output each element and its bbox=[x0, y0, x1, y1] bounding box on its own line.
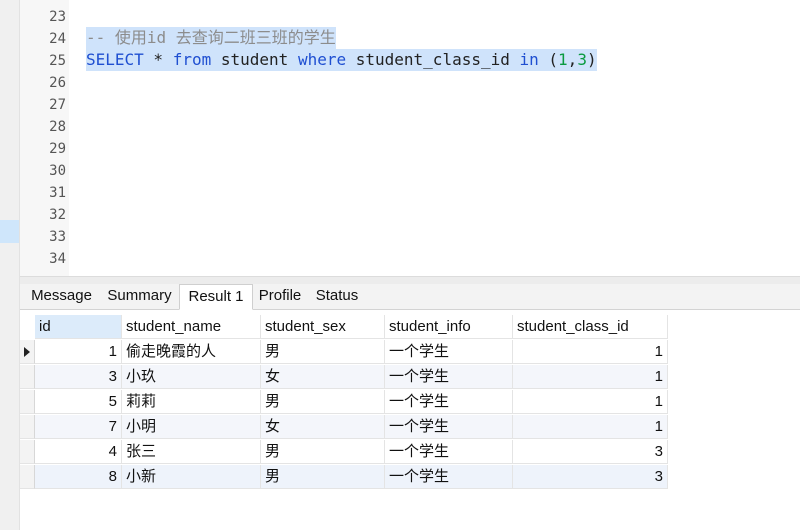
cell-student-class-id[interactable]: 3 bbox=[513, 440, 668, 464]
sql-number: 3 bbox=[577, 50, 587, 69]
sql-column: student_class_id bbox=[346, 50, 520, 69]
cell-student-info[interactable]: 一个学生 bbox=[385, 465, 513, 489]
cell-student-name[interactable]: 张三 bbox=[122, 440, 261, 464]
keyword-select: SELECT bbox=[86, 50, 144, 69]
line-number: 27 bbox=[49, 97, 66, 113]
row-header[interactable] bbox=[20, 465, 35, 489]
sql-close-paren: ) bbox=[586, 50, 597, 69]
cell-student-class-id[interactable]: 1 bbox=[513, 340, 668, 364]
line-number: 26 bbox=[49, 75, 66, 91]
keyword-in: in bbox=[519, 50, 539, 69]
column-header-student-name[interactable]: student_name bbox=[122, 315, 261, 339]
cell-id[interactable]: 5 bbox=[35, 390, 122, 414]
cell-student-info[interactable]: 一个学生 bbox=[385, 390, 513, 414]
cell-student-info[interactable]: 一个学生 bbox=[385, 340, 513, 364]
cell-id[interactable]: 3 bbox=[35, 365, 122, 389]
cell-student-info[interactable]: 一个学生 bbox=[385, 440, 513, 464]
line-number: 31 bbox=[49, 185, 66, 201]
cell-student-class-id[interactable]: 1 bbox=[513, 390, 668, 414]
tab-message[interactable]: Message bbox=[24, 284, 99, 308]
row-header[interactable] bbox=[20, 415, 35, 439]
tab-result-1[interactable]: Result 1 bbox=[179, 284, 253, 310]
cell-student-name[interactable]: 莉莉 bbox=[122, 390, 261, 414]
line-number: 23 bbox=[49, 9, 66, 25]
row-header[interactable] bbox=[20, 440, 35, 464]
line-number: 29 bbox=[49, 141, 66, 157]
cell-student-class-id[interactable]: 3 bbox=[513, 465, 668, 489]
line-number: 34 bbox=[49, 251, 66, 267]
cell-student-sex[interactable]: 男 bbox=[261, 390, 385, 414]
keyword-from: from bbox=[172, 50, 212, 69]
line-number: 30 bbox=[49, 163, 66, 179]
line-number: 32 bbox=[49, 207, 66, 223]
column-header-student-info[interactable]: student_info bbox=[385, 315, 513, 339]
cell-student-sex[interactable]: 男 bbox=[261, 440, 385, 464]
column-header-id[interactable]: id bbox=[35, 315, 122, 339]
line-number: 25 bbox=[49, 53, 66, 69]
current-row-indicator-icon bbox=[24, 347, 30, 357]
result-tabs: Message Summary Result 1 Profile Status bbox=[20, 284, 800, 310]
tab-status[interactable]: Status bbox=[309, 284, 365, 308]
cell-student-sex[interactable]: 男 bbox=[261, 465, 385, 489]
sql-star: * bbox=[143, 50, 173, 69]
sql-comma: , bbox=[567, 50, 578, 69]
column-header-student-sex[interactable]: student_sex bbox=[261, 315, 385, 339]
sql-number: 1 bbox=[558, 50, 568, 69]
cell-id[interactable]: 4 bbox=[35, 440, 122, 464]
tab-profile[interactable]: Profile bbox=[253, 284, 307, 308]
cell-student-name[interactable]: 小明 bbox=[122, 415, 261, 439]
sql-comment-line[interactable]: -- 使用id 去查询二班三班的学生 bbox=[86, 27, 336, 49]
column-header-student-class-id[interactable]: student_class_id bbox=[513, 315, 668, 339]
cell-student-info[interactable]: 一个学生 bbox=[385, 365, 513, 389]
cell-student-class-id[interactable]: 1 bbox=[513, 415, 668, 439]
sql-query-line[interactable]: SELECT * from student where student_clas… bbox=[86, 49, 597, 71]
row-header[interactable] bbox=[20, 390, 35, 414]
row-header[interactable] bbox=[20, 365, 35, 389]
keyword-where: where bbox=[297, 50, 347, 69]
left-strip bbox=[0, 0, 20, 530]
cell-student-info[interactable]: 一个学生 bbox=[385, 415, 513, 439]
cell-student-name[interactable]: 偷走晚霞的人 bbox=[122, 340, 261, 364]
cell-id[interactable]: 8 bbox=[35, 465, 122, 489]
row-header[interactable] bbox=[20, 340, 35, 364]
cell-student-sex[interactable]: 女 bbox=[261, 365, 385, 389]
left-marker bbox=[0, 220, 19, 243]
tab-summary[interactable]: Summary bbox=[102, 284, 177, 308]
cell-student-sex[interactable]: 女 bbox=[261, 415, 385, 439]
cell-id[interactable]: 1 bbox=[35, 340, 122, 364]
cell-student-sex[interactable]: 男 bbox=[261, 340, 385, 364]
cell-student-name[interactable]: 小新 bbox=[122, 465, 261, 489]
sql-table: student bbox=[211, 50, 298, 69]
sql-editor[interactable]: 23 24 25 26 27 28 29 30 31 32 33 34 -- 使… bbox=[20, 0, 800, 276]
cell-student-name[interactable]: 小玖 bbox=[122, 365, 261, 389]
cell-student-class-id[interactable]: 1 bbox=[513, 365, 668, 389]
line-number-gutter: 23 24 25 26 27 28 29 30 31 32 33 34 bbox=[20, 0, 69, 276]
line-number: 24 bbox=[49, 31, 66, 47]
line-number: 33 bbox=[49, 229, 66, 245]
sql-open-paren: ( bbox=[538, 50, 559, 69]
cell-id[interactable]: 7 bbox=[35, 415, 122, 439]
line-number: 28 bbox=[49, 119, 66, 135]
